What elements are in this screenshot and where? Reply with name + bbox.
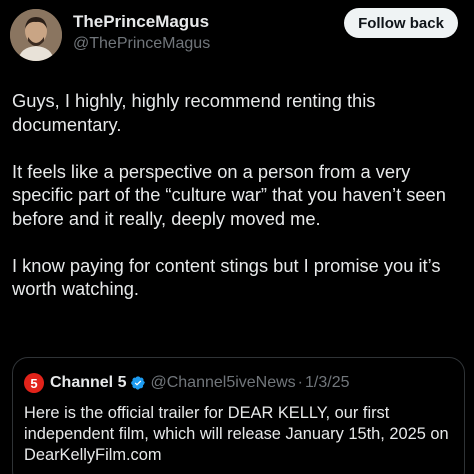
avatar-image xyxy=(10,9,62,61)
quoted-post-date[interactable]: 1/3/25 xyxy=(305,374,349,392)
post-paragraph: It feels like a perspective on a person … xyxy=(12,160,446,229)
separator-dot: · xyxy=(297,374,303,391)
quoted-post-text: Here is the official trailer for DEAR KE… xyxy=(24,404,449,464)
post: ThePrinceMagus @ThePrinceMagus Follow ba… xyxy=(0,0,474,474)
quoted-post[interactable]: 5 Channel 5 @Channel5iveNews · 1/3/25 He… xyxy=(12,357,465,474)
post-paragraph: I know paying for content stings but I p… xyxy=(12,254,441,300)
verified-badge-icon xyxy=(130,375,146,391)
user-avatar[interactable] xyxy=(10,9,62,61)
post-text: Guys, I highly, highly recommend renting… xyxy=(12,89,467,301)
post-paragraph: Guys, I highly, highly recommend renting… xyxy=(12,90,376,135)
channel5-logo-icon: 5 xyxy=(24,373,44,393)
quoted-author-name[interactable]: Channel 5 xyxy=(50,374,126,392)
follow-back-button[interactable]: Follow back xyxy=(344,8,458,38)
quoted-author-handle[interactable]: @Channel5iveNews xyxy=(150,374,295,392)
author-display-name[interactable]: ThePrinceMagus xyxy=(73,12,209,32)
author-handle[interactable]: @ThePrinceMagus xyxy=(73,35,210,53)
quoted-post-header: 5 Channel 5 @Channel5iveNews · 1/3/25 xyxy=(24,373,349,393)
